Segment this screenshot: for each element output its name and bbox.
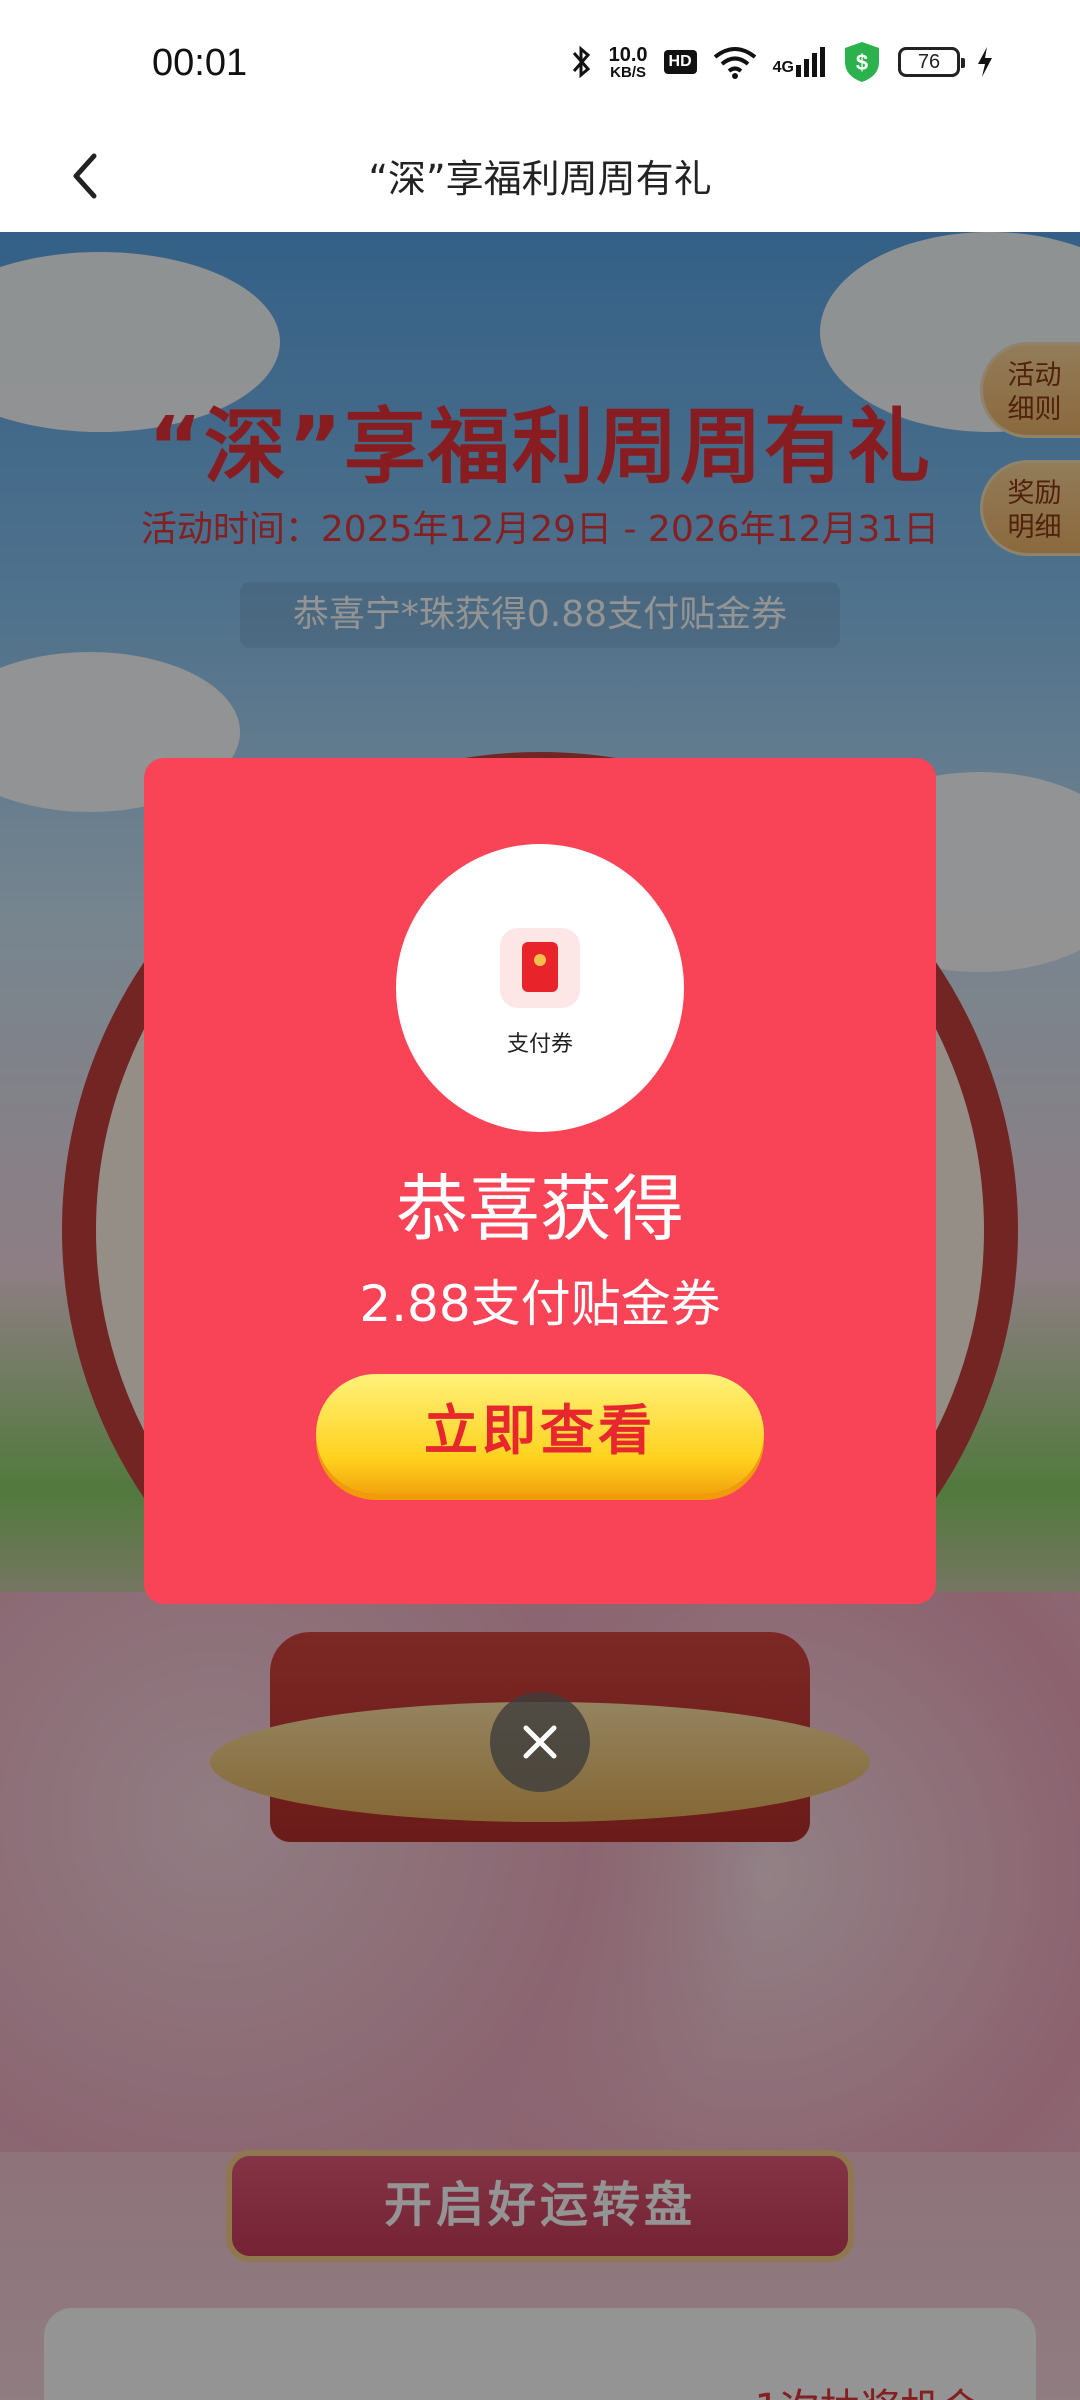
prize-modal: 支付券 恭喜获得 2.88支付贴金券 立即查看 bbox=[144, 758, 936, 1604]
cell-signal-icon: 4G bbox=[773, 47, 826, 77]
navigation-bar: “深”享福利周周有礼 bbox=[0, 120, 1080, 232]
congrats-heading: 恭喜获得 bbox=[395, 1167, 684, 1251]
prize-badge: 支付券 bbox=[396, 844, 684, 1132]
network-speed-unit: KB/S bbox=[610, 63, 646, 81]
charging-icon bbox=[978, 47, 992, 77]
status-time: 00:01 bbox=[152, 42, 248, 84]
red-envelope-icon bbox=[500, 928, 580, 1008]
bluetooth-icon bbox=[572, 45, 590, 79]
battery-icon: 76 bbox=[898, 47, 965, 77]
signal-type-label: 4G bbox=[772, 59, 794, 76]
view-now-button[interactable]: 立即查看 bbox=[316, 1374, 764, 1494]
security-shield-icon: $ bbox=[845, 42, 879, 82]
wifi-icon bbox=[713, 47, 756, 79]
network-speed-value: 10.0 bbox=[608, 43, 648, 66]
prize-icon-label: 支付券 bbox=[506, 1032, 573, 1057]
svg-text:$: $ bbox=[856, 50, 868, 75]
hd-badge: HD bbox=[663, 50, 697, 74]
close-modal-button[interactable] bbox=[490, 1692, 590, 1792]
network-speed: 10.0 KB/S bbox=[609, 45, 648, 80]
status-bar: 00:01 10.0 KB/S HD 4G $ 76 bbox=[0, 0, 1080, 120]
page-title: “深”享福利周周有礼 bbox=[368, 157, 712, 201]
close-icon bbox=[523, 1725, 557, 1759]
status-icons: 10.0 KB/S HD 4G $ 76 bbox=[571, 40, 994, 84]
prize-name: 2.88支付贴金券 bbox=[359, 1275, 721, 1333]
